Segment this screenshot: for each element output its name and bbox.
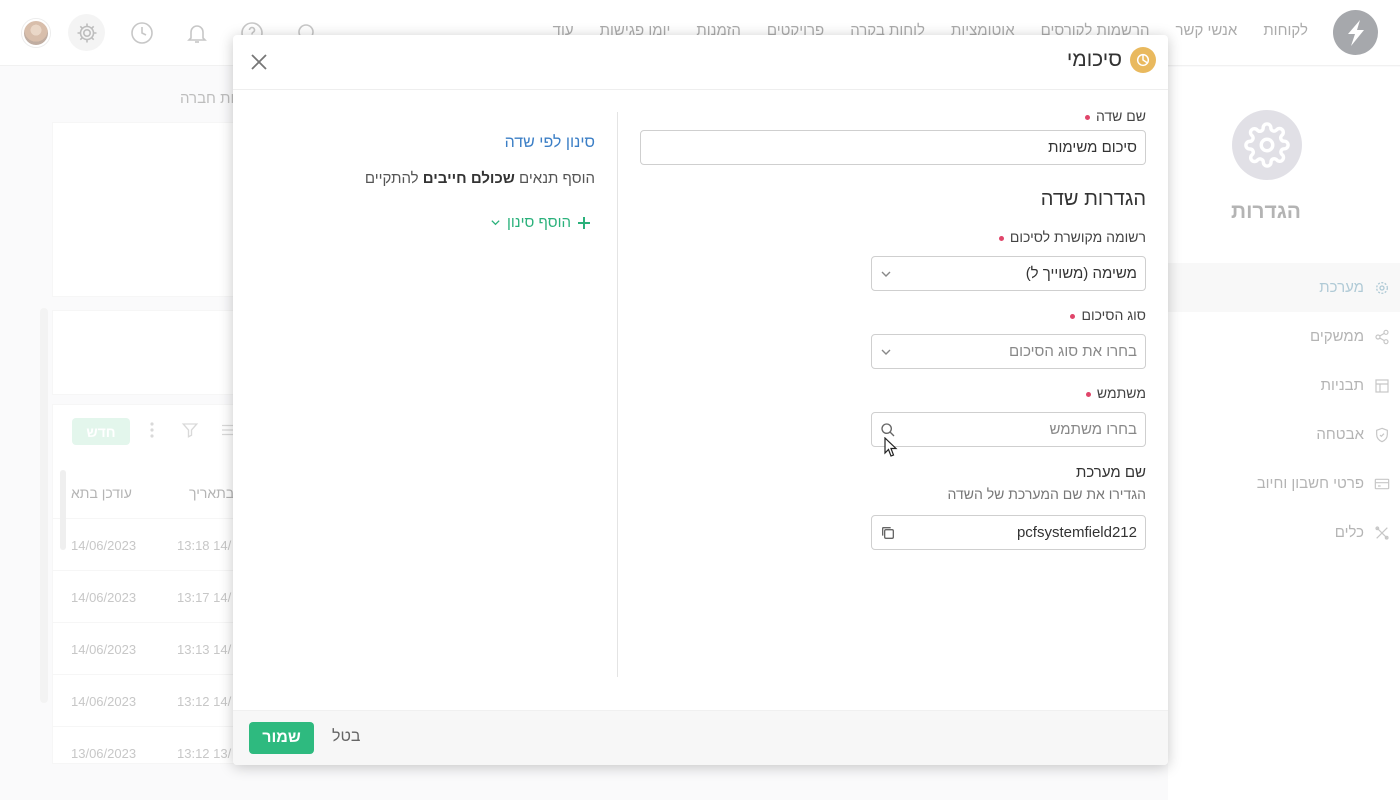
input-placeholder: בחרו משתמש [1049, 421, 1137, 438]
label-text: רשומה מקושרת לסיכום [1009, 229, 1146, 245]
related-list-label: רשומה מקושרת לסיכום [998, 229, 1146, 245]
summary-type-select[interactable]: בחרו את סוג הסיכום [871, 334, 1146, 369]
label-text: שם שדה [1095, 108, 1146, 124]
filter-desc-bold: שכולם חייבים [422, 170, 515, 187]
copy-icon[interactable] [880, 525, 896, 541]
filter-by-field-title: סינון לפי שדה [504, 134, 595, 151]
select-placeholder: בחרו את סוג הסיכום [1009, 343, 1137, 360]
column-divider [617, 112, 618, 677]
user-label: משתמש [1085, 385, 1146, 401]
modal-footer: שמור בטל [233, 710, 1168, 765]
cancel-button[interactable]: בטל [332, 728, 361, 746]
summary-field-modal: סיכומי שם שדה סיכום משימות הגדרות שדה רש… [233, 35, 1168, 765]
select-value: משימה (משוייך ל) [1025, 265, 1137, 282]
required-indicator [1085, 391, 1091, 397]
system-name-input[interactable]: pcfsystemfield212 [871, 515, 1146, 550]
save-button[interactable]: שמור [249, 722, 314, 754]
related-list-select[interactable]: משימה (משוייך ל) [871, 256, 1146, 291]
add-filter-button[interactable]: הוסף סינון [490, 214, 591, 231]
field-settings-title: הגדרות שדה [1040, 188, 1146, 210]
system-name-label: שם מערכת [1076, 464, 1146, 481]
close-icon[interactable] [248, 51, 270, 73]
filter-desc-post: להתקיים [364, 170, 419, 187]
input-value: pcfsystemfield212 [1016, 524, 1137, 541]
required-indicator [998, 235, 1004, 241]
summary-type-label: סוג הסיכום [1070, 307, 1146, 323]
modal-header: סיכומי [233, 35, 1168, 90]
plus-icon [578, 216, 590, 229]
chevron-down-icon [881, 349, 891, 355]
field-name-label: שם שדה [1084, 108, 1146, 124]
modal-title-wrap: סיכומי [1067, 47, 1156, 73]
chevron-down-icon [881, 271, 891, 277]
add-filter-label: הוסף סינון [507, 214, 571, 231]
search-icon [881, 423, 895, 437]
filter-description: הוסף תנאים שכולם חייבים להתקיים [365, 170, 595, 187]
summary-icon [1130, 47, 1156, 73]
chevron-down-icon [491, 220, 500, 226]
label-text: סוג הסיכום [1081, 307, 1146, 323]
filter-desc-pre: הוסף תנאים [519, 170, 595, 187]
required-indicator [1070, 313, 1076, 319]
field-name-input[interactable]: סיכום משימות [640, 130, 1146, 165]
user-search-input[interactable]: בחרו משתמש [871, 412, 1146, 447]
modal-title: סיכומי [1066, 48, 1122, 71]
system-name-help: הגדירו את שם המערכת של השדה [947, 486, 1146, 502]
label-text: משתמש [1096, 385, 1146, 401]
required-indicator [1084, 114, 1090, 120]
mouse-cursor-icon [884, 437, 898, 457]
